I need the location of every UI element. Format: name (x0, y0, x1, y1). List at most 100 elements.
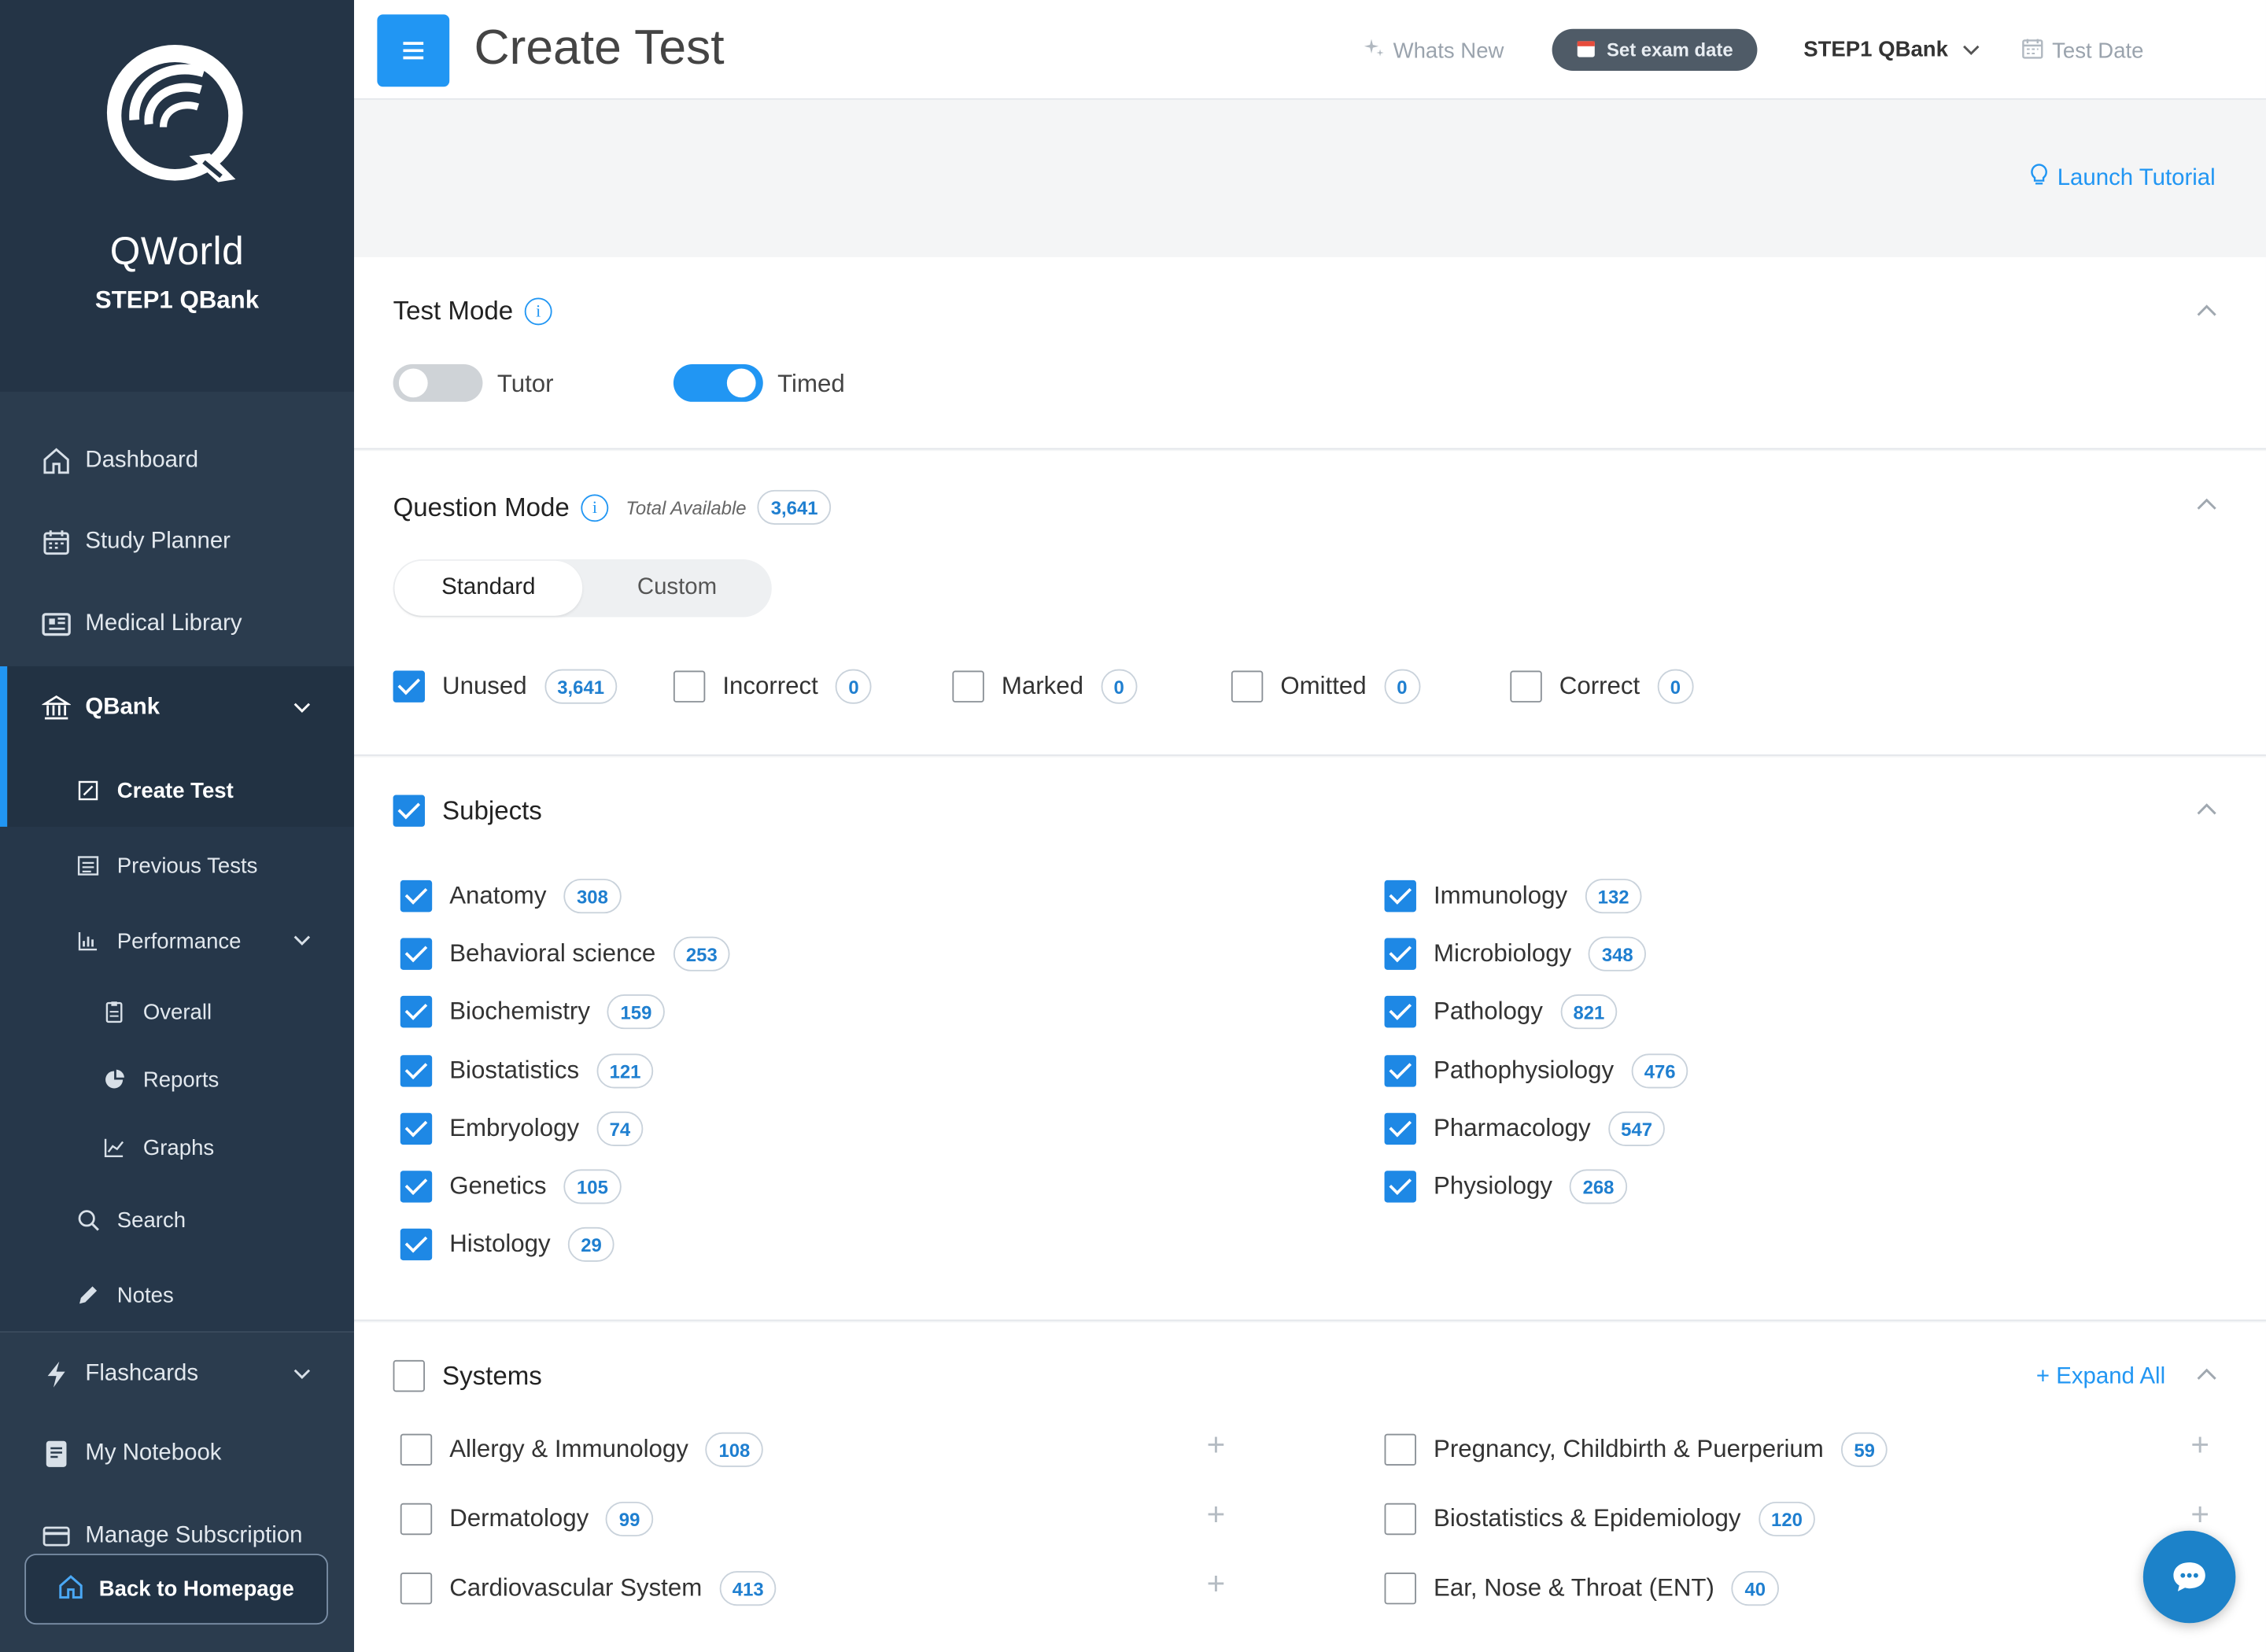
subject-item[interactable]: Immunology 132 (1384, 879, 1643, 914)
subject-checkbox[interactable] (1384, 1171, 1416, 1203)
set-exam-date-button[interactable]: Set exam date (1552, 28, 1758, 72)
marked-checkbox[interactable] (952, 670, 984, 702)
sidebar-item-my-notebook[interactable]: My Notebook (0, 1434, 354, 1474)
tab-custom[interactable]: Custom (582, 559, 772, 617)
system-checkbox[interactable] (400, 1572, 433, 1605)
sidebar-item-dashboard[interactable]: Dashboard (0, 441, 354, 481)
filter-omitted[interactable]: Omitted 0 (1231, 669, 1421, 704)
subject-checkbox[interactable] (400, 1112, 433, 1145)
system-checkbox[interactable] (1384, 1433, 1416, 1466)
system-item[interactable]: Cardiovascular System 413 (400, 1571, 777, 1606)
system-item[interactable]: Biostatistics & Epidemiology 120 (1384, 1501, 1816, 1537)
chevron-up-icon[interactable] (2197, 796, 2217, 819)
sidebar-item-performance[interactable]: Performance (0, 920, 354, 961)
sidebar-item-qbank[interactable]: QBank (0, 688, 354, 728)
tutor-toggle[interactable] (393, 363, 483, 402)
subjects-header[interactable]: Subjects (393, 795, 542, 827)
sidebar-item-search[interactable]: Search (0, 1200, 354, 1240)
subject-item[interactable]: Microbiology 348 (1384, 936, 1647, 972)
sidebar-item-label: Reports (142, 1067, 220, 1093)
sidebar-item-overall[interactable]: Overall (0, 991, 354, 1031)
chat-button[interactable] (2142, 1530, 2236, 1624)
filter-correct[interactable]: Correct 0 (1510, 669, 1694, 704)
subject-label: Behavioral science (449, 939, 656, 968)
system-item[interactable]: Ear, Nose & Throat (ENT) 40 (1384, 1571, 1779, 1606)
plus-icon[interactable]: + (1207, 1496, 1226, 1534)
sidebar-item-graphs[interactable]: Graphs (0, 1127, 354, 1167)
lightbulb-icon (2028, 164, 2049, 194)
plus-icon[interactable]: + (2190, 1496, 2209, 1534)
system-checkbox[interactable] (1384, 1503, 1416, 1536)
subject-checkbox[interactable] (400, 1171, 433, 1203)
system-checkbox[interactable] (1384, 1572, 1416, 1605)
sidebar-item-label: Medical Library (85, 611, 242, 636)
timed-toggle[interactable] (673, 363, 763, 402)
omitted-checkbox[interactable] (1231, 670, 1264, 702)
whats-new-link[interactable]: Whats New (1364, 38, 1504, 64)
sidebar-item-medical-library[interactable]: Medical Library (0, 604, 354, 644)
subject-checkbox[interactable] (1384, 879, 1416, 913)
subject-item[interactable]: Pharmacology 547 (1384, 1111, 1666, 1146)
subject-checkbox[interactable] (400, 995, 433, 1028)
subject-checkbox[interactable] (1384, 1112, 1416, 1145)
sidebar-item-manage-subscription[interactable]: Manage Subscription (0, 1516, 354, 1556)
expand-all-link[interactable]: + Expand All (2036, 1364, 2165, 1390)
plus-icon[interactable]: + (1207, 1565, 1226, 1603)
subject-item[interactable]: Physiology 268 (1384, 1169, 1627, 1204)
subjects-select-all-checkbox[interactable] (393, 795, 425, 827)
filter-label: Unused (442, 672, 527, 700)
subject-checkbox[interactable] (400, 1055, 433, 1087)
sidebar-item-reports[interactable]: Reports (0, 1060, 354, 1100)
system-checkbox[interactable] (400, 1503, 433, 1536)
systems-header[interactable]: Systems (393, 1359, 542, 1392)
chevron-up-icon[interactable] (2197, 1362, 2217, 1385)
subject-item[interactable]: Biochemistry 159 (400, 994, 665, 1030)
count-badge: 108 (705, 1432, 763, 1467)
filter-unused[interactable]: Unused 3,641 (393, 669, 618, 704)
system-checkbox[interactable] (400, 1433, 433, 1466)
subject-item[interactable]: Biostatistics 121 (400, 1053, 655, 1089)
subject-checkbox[interactable] (1384, 1055, 1416, 1087)
system-item[interactable]: Allergy & Immunology 108 (400, 1432, 763, 1467)
subject-checkbox[interactable] (1384, 938, 1416, 970)
chevron-up-icon[interactable] (2197, 492, 2217, 514)
sidebar-item-flashcards[interactable]: Flashcards (0, 1355, 354, 1395)
chevron-up-icon[interactable] (2197, 297, 2217, 320)
qbank-selector[interactable]: STEP1 QBank (1803, 38, 1980, 62)
sidebar-item-create-test[interactable]: Create Test (0, 770, 354, 810)
system-item[interactable]: Pregnancy, Childbirth & Puerperium 59 (1384, 1432, 1888, 1467)
count-badge: 308 (563, 879, 622, 914)
subject-item[interactable]: Histology 29 (400, 1226, 615, 1262)
count-badge: 476 (1631, 1053, 1689, 1089)
plus-icon[interactable]: + (2190, 1426, 2209, 1464)
menu-toggle-button[interactable] (377, 14, 450, 87)
subject-checkbox[interactable] (400, 879, 433, 913)
info-icon[interactable]: i (581, 493, 609, 522)
info-icon[interactable]: i (524, 297, 552, 326)
back-to-homepage-button[interactable]: Back to Homepage (24, 1554, 328, 1625)
sidebar-item-study-planner[interactable]: Study Planner (0, 522, 354, 562)
tab-standard[interactable]: Standard (394, 560, 583, 616)
subject-item[interactable]: Embryology 74 (400, 1111, 644, 1146)
system-item[interactable]: Dermatology 99 (400, 1501, 653, 1537)
launch-tutorial-link[interactable]: Launch Tutorial (2028, 164, 2216, 194)
test-date-link[interactable]: Test Date (2022, 38, 2144, 65)
incorrect-checkbox[interactable] (673, 670, 706, 702)
subject-checkbox[interactable] (1384, 995, 1416, 1028)
unused-checkbox[interactable] (393, 670, 425, 702)
subject-checkbox[interactable] (400, 1228, 433, 1261)
plus-icon[interactable]: + (1207, 1426, 1226, 1464)
sidebar-item-notes[interactable]: Notes (0, 1274, 354, 1315)
subject-item[interactable]: Pathology 821 (1384, 994, 1618, 1030)
subject-item[interactable]: Behavioral science 253 (400, 936, 731, 972)
subject-item[interactable]: Pathophysiology 476 (1384, 1053, 1689, 1089)
correct-checkbox[interactable] (1510, 670, 1542, 702)
sidebar-item-previous-tests[interactable]: Previous Tests (0, 846, 354, 886)
brand-subtitle: STEP1 QBank (94, 286, 260, 314)
filter-incorrect[interactable]: Incorrect 0 (673, 669, 873, 704)
subject-item[interactable]: Genetics 105 (400, 1169, 622, 1204)
subject-item[interactable]: Anatomy 308 (400, 879, 622, 914)
systems-select-all-checkbox[interactable] (393, 1359, 425, 1392)
subject-checkbox[interactable] (400, 938, 433, 970)
filter-marked[interactable]: Marked 0 (952, 669, 1138, 704)
